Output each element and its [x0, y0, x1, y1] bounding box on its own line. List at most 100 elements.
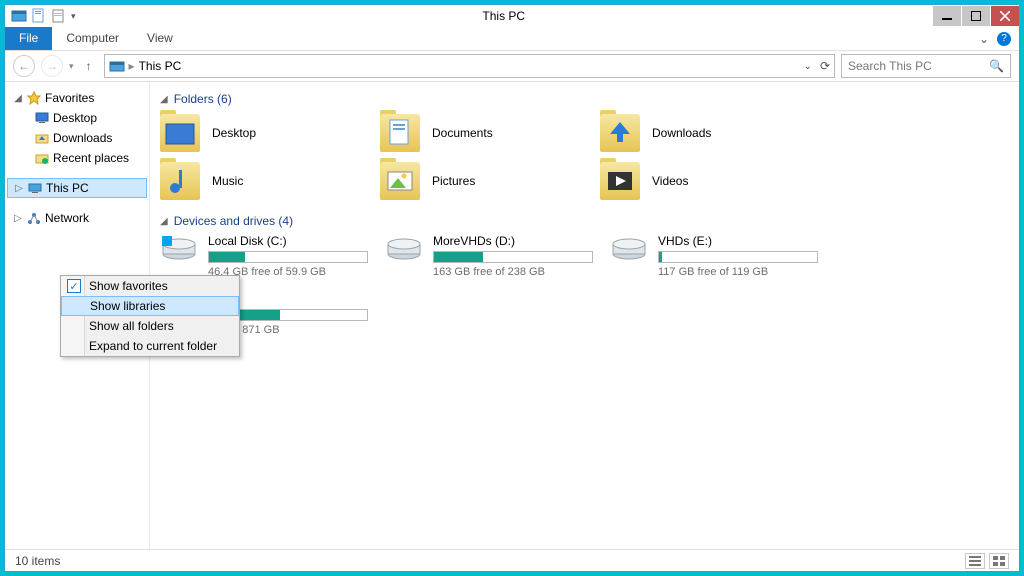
drive-icon	[385, 234, 423, 262]
tree-label: Desktop	[53, 111, 97, 125]
computer-icon	[28, 181, 42, 195]
address-bar[interactable]: ▸ This PC ⌄ ⟳	[104, 54, 835, 78]
refresh-icon[interactable]: ⟳	[820, 59, 830, 73]
window-buttons	[932, 6, 1019, 26]
network-icon	[27, 211, 41, 225]
navpane-context-menu: ✓ Show favorites Show libraries Show all fo…	[60, 275, 240, 357]
drive-capacity-bar	[208, 251, 368, 263]
view-details-button[interactable]	[965, 553, 985, 569]
folder-label: Pictures	[432, 174, 475, 188]
recent-locations-dropdown[interactable]: ▾	[69, 61, 74, 72]
minimize-button[interactable]	[933, 6, 961, 26]
tree-network[interactable]: ▷ Network	[7, 208, 147, 228]
section-title: Devices and drives (4)	[174, 214, 293, 228]
expander-icon[interactable]: ▷	[13, 213, 23, 224]
section-header-folders[interactable]: ◢ Folders (6)	[160, 92, 1009, 106]
drive-icon	[610, 234, 648, 262]
folder-icon	[160, 162, 200, 200]
check-icon: ✓	[67, 279, 81, 293]
recent-icon	[35, 151, 49, 165]
context-menu-item[interactable]: Show all folders	[61, 316, 239, 336]
folder-item[interactable]: Downloads	[600, 112, 810, 154]
address-icon	[109, 58, 125, 74]
qat-new-folder-icon[interactable]	[51, 8, 67, 24]
breadcrumb-sep-icon[interactable]: ▸	[129, 59, 135, 73]
ribbon-expand-icon[interactable]: ⌄	[979, 32, 989, 46]
drive-label: VHDs (E:)	[658, 234, 825, 248]
context-menu-label: Expand to current folder	[89, 339, 217, 353]
drive-item[interactable]: Local Disk (C:)46.4 GB free of 59.9 GB	[160, 234, 375, 278]
collapse-icon[interactable]: ◢	[160, 216, 168, 227]
desktop-icon	[35, 111, 49, 125]
address-dropdown-icon[interactable]: ⌄	[804, 61, 812, 72]
folder-icon	[380, 162, 420, 200]
folder-item[interactable]: Videos	[600, 160, 810, 202]
tree-label: Downloads	[53, 131, 112, 145]
quick-access-toolbar: ▾	[5, 8, 76, 24]
context-menu-item[interactable]: Expand to current folder	[61, 336, 239, 356]
star-icon	[27, 91, 41, 105]
context-menu-label: Show libraries	[90, 299, 165, 313]
tree-item-downloads[interactable]: Downloads	[7, 128, 147, 148]
drive-label: Local Disk (C:)	[208, 234, 375, 248]
tree-item-recent[interactable]: Recent places	[7, 148, 147, 168]
section-title: Folders (6)	[174, 92, 232, 106]
explorer-window: ▾ This PC File Computer View ⌄ ? ← → ▾ ↑…	[4, 4, 1020, 572]
tree-label: This PC	[46, 181, 89, 195]
context-menu-item[interactable]: Show libraries	[61, 296, 239, 316]
tree-label: Favorites	[45, 91, 94, 105]
drive-capacity-bar	[433, 251, 593, 263]
expander-icon[interactable]: ◢	[13, 93, 23, 104]
tree-thispc[interactable]: ▷ This PC	[7, 178, 147, 198]
expander-icon[interactable]: ▷	[14, 183, 24, 194]
drive-item[interactable]: MoreVHDs (D:) 163 GB free of 238 GB	[385, 234, 600, 278]
drive-free-text: 117 GB free of 119 GB	[658, 266, 825, 278]
ribbon-tab-file[interactable]: File	[5, 27, 52, 50]
ribbon-tab-computer[interactable]: Computer	[52, 27, 133, 50]
status-item-count: 10 items	[15, 554, 60, 568]
folder-item[interactable]: Pictures	[380, 160, 590, 202]
drive-item[interactable]: VHDs (E:) 117 GB free of 119 GB	[610, 234, 825, 278]
window-title: This PC	[76, 9, 932, 23]
drive-label: MoreVHDs (D:)	[433, 234, 600, 248]
context-menu-item[interactable]: ✓ Show favorites	[61, 276, 239, 296]
content-view[interactable]: ◢ Folders (6) Desktop Documents Downloads M…	[150, 82, 1019, 549]
drive-free-text: 163 GB free of 238 GB	[433, 266, 600, 278]
folder-item[interactable]: Desktop	[160, 112, 370, 154]
folder-item[interactable]: Documents	[380, 112, 590, 154]
search-box[interactable]: Search This PC 🔍	[841, 54, 1011, 78]
drive-capacity-bar	[658, 251, 818, 263]
back-button[interactable]: ←	[13, 55, 35, 77]
downloads-icon	[35, 131, 49, 145]
help-icon[interactable]: ?	[997, 32, 1011, 46]
context-menu-label: Show favorites	[89, 279, 168, 293]
breadcrumb-thispc[interactable]: This PC	[139, 59, 182, 73]
folder-label: Documents	[432, 126, 493, 140]
folder-icon	[600, 162, 640, 200]
folder-icon	[160, 114, 200, 152]
context-menu-label: Show all folders	[89, 319, 174, 333]
tree-item-desktop[interactable]: Desktop	[7, 108, 147, 128]
folder-label: Desktop	[212, 126, 256, 140]
section-header-drives[interactable]: ◢ Devices and drives (4)	[160, 214, 1009, 228]
folder-label: Downloads	[652, 126, 711, 140]
view-large-icons-button[interactable]	[989, 553, 1009, 569]
qat-properties-icon[interactable]	[31, 8, 47, 24]
nav-row: ← → ▾ ↑ ▸ This PC ⌄ ⟳ Search This PC 🔍	[5, 51, 1019, 81]
collapse-icon[interactable]: ◢	[160, 94, 168, 105]
folder-label: Videos	[652, 174, 688, 188]
close-button[interactable]	[991, 6, 1019, 26]
status-bar: 10 items	[5, 549, 1019, 571]
titlebar: ▾ This PC	[5, 5, 1019, 27]
tree-favorites[interactable]: ◢ Favorites	[7, 88, 147, 108]
maximize-button[interactable]	[962, 6, 990, 26]
forward-button[interactable]: →	[41, 55, 63, 77]
up-button[interactable]: ↑	[80, 57, 98, 75]
drive-icon	[160, 234, 198, 262]
drives-grid: Local Disk (C:)46.4 GB free of 59.9 GBMo…	[160, 234, 1009, 336]
folders-grid: Desktop Documents Downloads Music Pictures Vi…	[160, 112, 1009, 202]
tree-label: Network	[45, 211, 89, 225]
folder-item[interactable]: Music	[160, 160, 370, 202]
app-icon	[11, 8, 27, 24]
ribbon-tab-view[interactable]: View	[133, 27, 187, 50]
